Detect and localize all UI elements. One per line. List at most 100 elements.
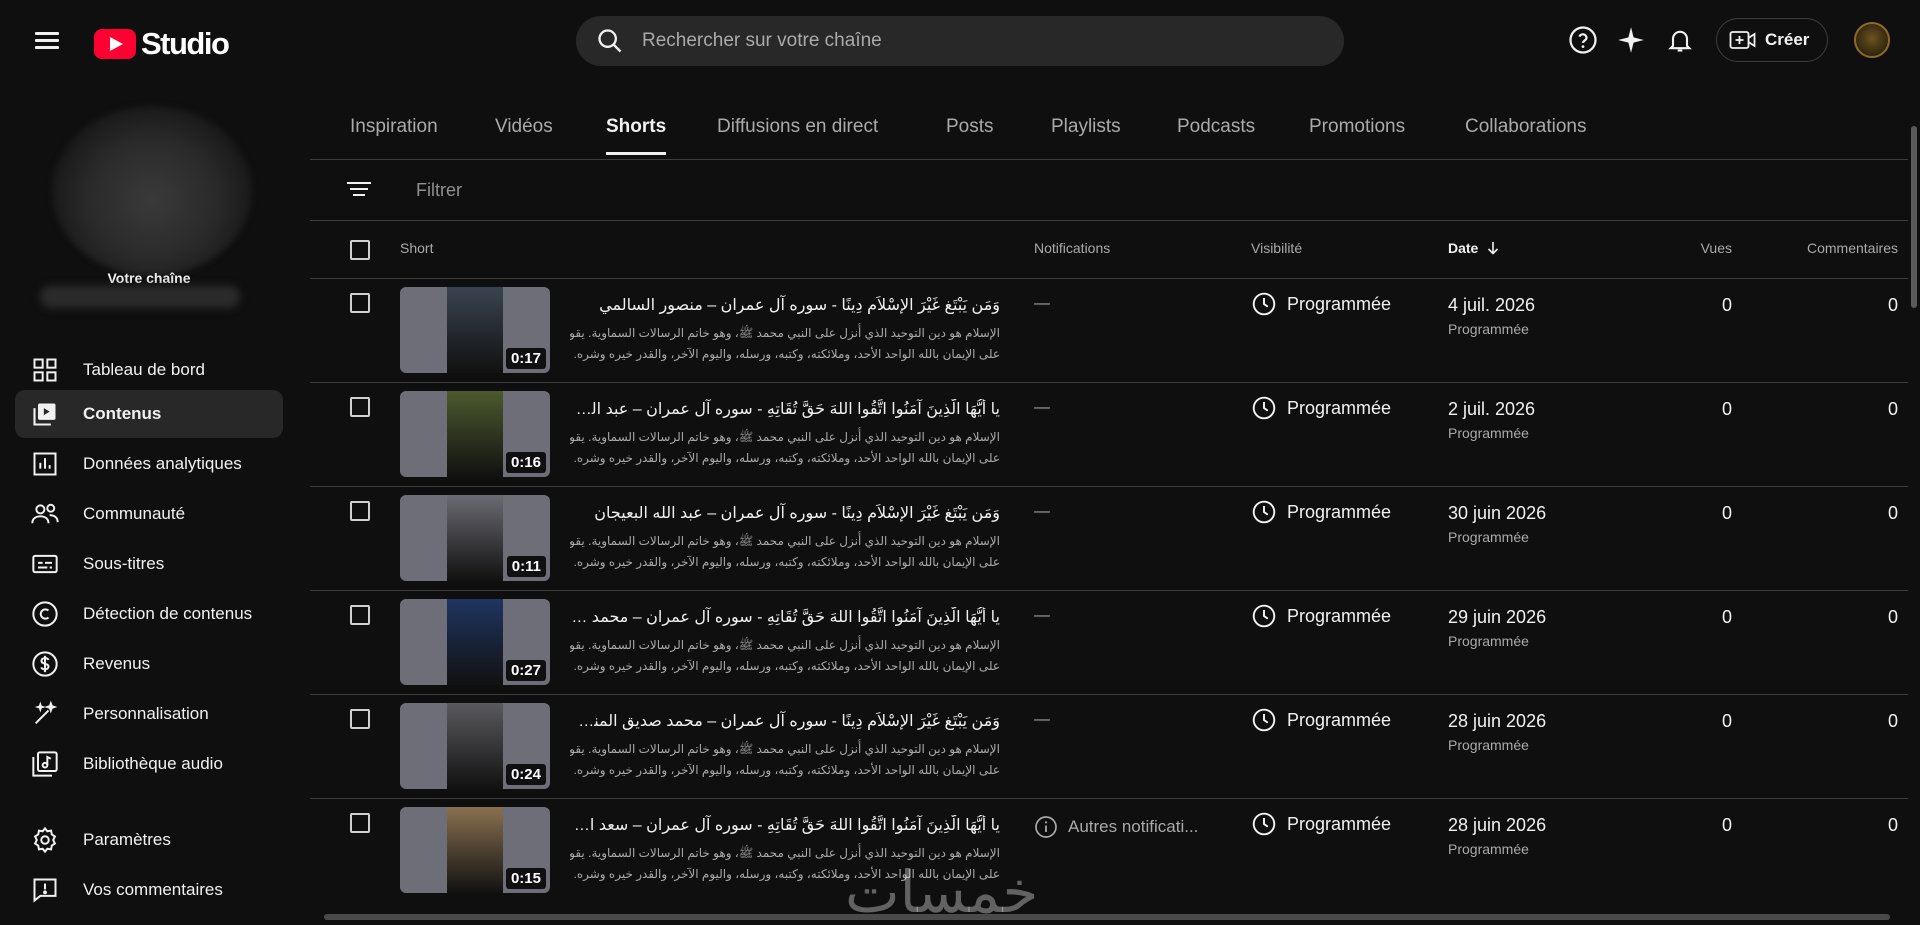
visibility-dropdown[interactable]: Programmée	[1251, 395, 1391, 421]
short-title[interactable]: وَمَن يَبْتَغِ غَيْرَ الإِسْلاَمِ دِينًا…	[570, 295, 1000, 315]
short-title[interactable]: وَمَن يَبْتَغِ غَيْرَ الإِسْلاَمِ دِينًا…	[570, 711, 1000, 731]
row-checkbox[interactable]	[350, 709, 370, 729]
account-avatar[interactable]	[1854, 22, 1890, 58]
comments-value: 0	[1887, 711, 1898, 731]
tab-shorts[interactable]: Shorts	[606, 116, 667, 155]
visibility-label: Programmée	[1287, 605, 1392, 626]
filter-icon[interactable]	[346, 178, 372, 202]
channel-avatar[interactable]	[52, 106, 252, 276]
vertical-scrollbar[interactable]	[1909, 80, 1920, 925]
short-thumbnail[interactable]: 0:11	[400, 495, 550, 581]
sidebar-item-dashboard[interactable]: Tableau de bord	[15, 346, 283, 394]
short-description: الإسلام هو دين التوحيد الذي أُنزل على ال…	[570, 739, 1000, 781]
search-input[interactable]: Rechercher sur votre chaîne	[576, 16, 1344, 66]
create-label: Créer	[1765, 30, 1810, 49]
visibility-dropdown[interactable]: Programmée	[1251, 291, 1391, 317]
sidebar-item-content[interactable]: Contenus	[15, 390, 283, 438]
visibility-dropdown[interactable]: Programmée	[1251, 603, 1391, 629]
notification-value: —	[1034, 399, 1050, 416]
thumbnail-image	[447, 807, 503, 893]
sidebar-item-subtitles[interactable]: Sous-titres	[15, 540, 283, 588]
short-thumbnail[interactable]: 0:16	[400, 391, 550, 477]
sidebar-item-settings[interactable]: Paramètres	[15, 816, 283, 864]
row-checkbox[interactable]	[350, 397, 370, 417]
visibility-dropdown[interactable]: Programmée	[1251, 707, 1391, 733]
search-placeholder: Rechercher sur votre chaîne	[642, 30, 882, 51]
sparkle-icon[interactable]	[1615, 24, 1647, 56]
description-line: على الإيمان بالله الواحد الأحد، وملائكته…	[573, 555, 1000, 569]
table-row[interactable]: 0:27 يا أَيُّهَا الَّذِينَ آمَنُوا اتَّق…	[310, 590, 1908, 694]
views-value: 0	[1721, 295, 1732, 315]
content-tabs: Inspiration Vidéos Shorts Diffusions en …	[310, 100, 1910, 160]
short-thumbnail[interactable]: 0:27	[400, 599, 550, 685]
community-icon	[29, 498, 61, 530]
tab-live[interactable]: Diffusions en direct	[717, 116, 878, 138]
table-row[interactable]: 0:11 وَمَن يَبْتَغِ غَيْرَ الإِسْلاَمِ د…	[310, 486, 1908, 590]
duration-badge: 0:24	[505, 764, 546, 785]
table-row[interactable]: 0:24 وَمَن يَبْتَغِ غَيْرَ الإِسْلاَمِ د…	[310, 694, 1908, 798]
notification-cell: —	[1034, 607, 1050, 625]
settings-icon	[29, 824, 61, 856]
sidebar-item-content-detection[interactable]: Détection de contenus	[15, 590, 283, 638]
help-icon[interactable]	[1567, 24, 1599, 56]
sidebar-item-earn[interactable]: Revenus	[15, 640, 283, 688]
tab-podcasts[interactable]: Podcasts	[1177, 116, 1255, 138]
sidebar-item-feedback[interactable]: Vos commentaires	[15, 866, 283, 914]
duration-badge: 0:27	[505, 660, 546, 681]
visibility-label: Programmée	[1287, 293, 1392, 314]
short-title[interactable]: يا أَيُّهَا الَّذِينَ آمَنُوا اتَّقُوا ا…	[570, 607, 1000, 627]
notification-value: —	[1034, 711, 1050, 728]
date-value: 29 juin 2026	[1448, 607, 1547, 627]
column-comments: Commentaires	[1806, 240, 1898, 256]
studio-logo[interactable]: Studio	[94, 26, 230, 62]
visibility-dropdown[interactable]: Programmée	[1251, 811, 1391, 837]
column-date[interactable]: Date	[1448, 240, 1500, 256]
notification-cell: —	[1034, 295, 1050, 313]
notifications-bell-icon[interactable]	[1664, 24, 1696, 56]
description-line: على الإيمان بالله الواحد الأحد، وملائكته…	[573, 451, 1000, 465]
short-description: الإسلام هو دين التوحيد الذي أُنزل على ال…	[570, 427, 1000, 469]
notification-value[interactable]: Autres notificati...	[1068, 817, 1198, 837]
row-checkbox[interactable]	[350, 293, 370, 313]
sidebar-item-community[interactable]: Communauté	[15, 490, 283, 538]
menu-icon[interactable]	[31, 28, 63, 54]
short-title[interactable]: يا أَيُّهَا الَّذِينَ آمَنُوا اتَّقُوا ا…	[570, 399, 1000, 419]
date-status: Programmée	[1448, 425, 1529, 441]
visibility-dropdown[interactable]: Programmée	[1251, 499, 1391, 525]
sidebar-item-customization[interactable]: Personnalisation	[15, 690, 283, 738]
row-checkbox[interactable]	[350, 813, 370, 833]
short-thumbnail[interactable]: 0:24	[400, 703, 550, 789]
tab-playlists[interactable]: Playlists	[1051, 116, 1121, 138]
filter-bar[interactable]: Filtrer	[310, 160, 1908, 220]
horizontal-scrollbar[interactable]	[310, 912, 1908, 922]
row-checkbox[interactable]	[350, 605, 370, 625]
table-row[interactable]: 0:16 يا أَيُّهَا الَّذِينَ آمَنُوا اتَّق…	[310, 382, 1908, 486]
thumbnail-image	[447, 495, 503, 581]
create-button[interactable]: Créer	[1716, 18, 1828, 62]
tab-collaborations[interactable]: Collaborations	[1465, 116, 1586, 138]
select-all-checkbox[interactable]	[350, 240, 370, 260]
short-thumbnail[interactable]: 0:17	[400, 287, 550, 373]
short-thumbnail[interactable]: 0:15	[400, 807, 550, 893]
analytics-icon	[29, 448, 61, 480]
scrollbar-thumb[interactable]	[324, 914, 1890, 920]
sidebar-item-audio-library[interactable]: Bibliothèque audio	[15, 740, 283, 788]
filter-input[interactable]: Filtrer	[416, 180, 462, 201]
tab-promotions[interactable]: Promotions	[1309, 116, 1405, 138]
short-title[interactable]: يا أَيُّهَا الَّذِينَ آمَنُوا اتَّقُوا ا…	[570, 815, 1000, 835]
tab-inspiration[interactable]: Inspiration	[350, 116, 438, 138]
sidebar-item-label: Bibliothèque audio	[83, 754, 223, 773]
tab-videos[interactable]: Vidéos	[495, 116, 553, 138]
tab-posts[interactable]: Posts	[946, 116, 994, 138]
table-row[interactable]: 0:15 يا أَيُّهَا الَّذِينَ آمَنُوا اتَّق…	[310, 798, 1908, 902]
scrollbar-thumb[interactable]	[1911, 126, 1917, 308]
column-short: Short	[400, 240, 434, 256]
table-row[interactable]: 0:17 وَمَن يَبْتَغِ غَيْرَ الإِسْلاَمِ د…	[310, 278, 1908, 382]
sidebar-item-analytics[interactable]: Données analytiques	[15, 440, 283, 488]
row-checkbox[interactable]	[350, 501, 370, 521]
short-title[interactable]: وَمَن يَبْتَغِ غَيْرَ الإِسْلاَمِ دِينًا…	[570, 503, 1000, 523]
info-icon	[1035, 816, 1057, 838]
visibility-label: Programmée	[1287, 501, 1392, 522]
duration-badge: 0:15	[505, 868, 546, 889]
description-line: على الإيمان بالله الواحد الأحد، وملائكته…	[573, 659, 1000, 673]
